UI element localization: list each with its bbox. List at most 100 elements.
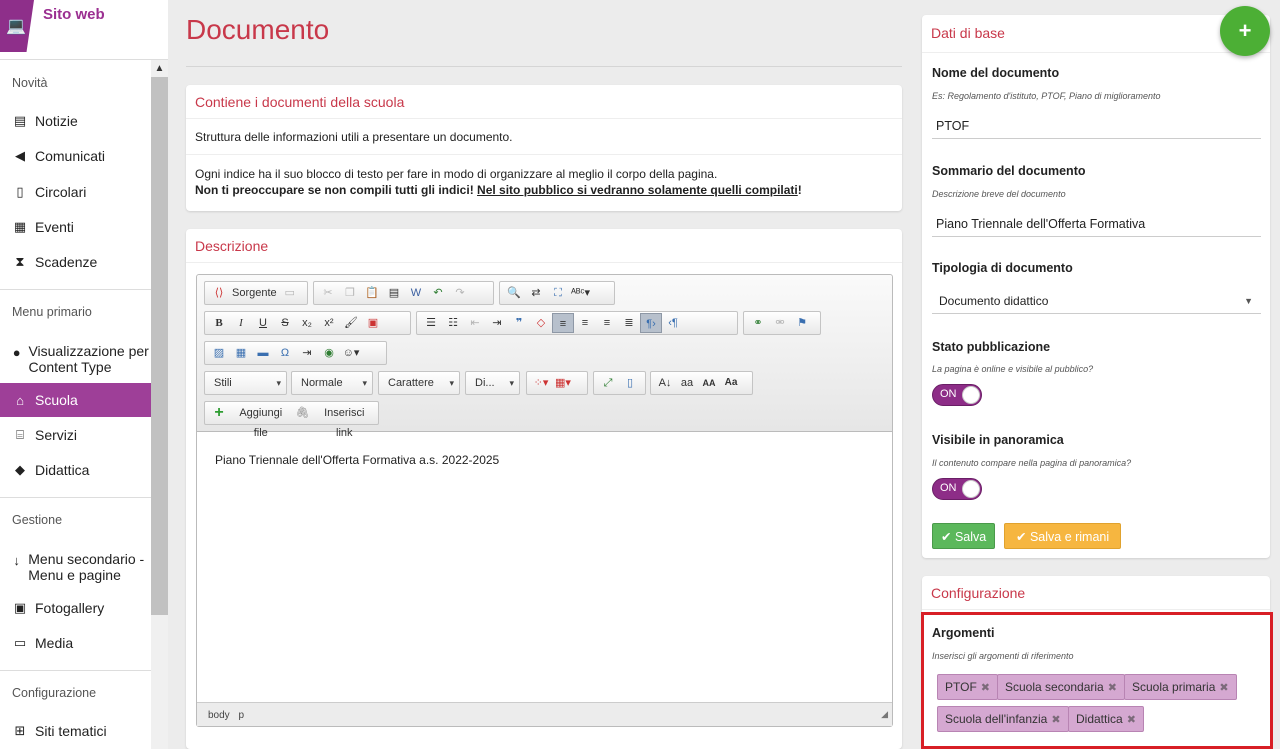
sidebar-item-servizi[interactable]: ⌸ Servizi [0,418,151,452]
superscript-icon[interactable]: x² [318,313,340,333]
sidebar-item-media[interactable]: ▭ Media [0,626,151,660]
lowercase-icon[interactable]: aa [676,373,698,393]
image-icon[interactable]: ▨ [208,343,230,363]
paste-icon[interactable]: 📋 [361,283,383,303]
spellcheck-icon[interactable]: ᴬᴮᶜ▾ [569,283,592,303]
editor-toolbar: ⟨⟩ Sorgente ▭ ✂ ❐ 📋 ▤ W ↶ ↷ 🔍 ⇄ ⛶ ᴬᴮᶜ▾ B [197,275,892,439]
save-button[interactable]: ✔ Salva [932,523,996,549]
brand-name: Sito web [43,6,105,23]
horizontal-rule-icon[interactable]: ▬ [252,343,274,363]
paste-word-icon[interactable]: W [405,283,427,303]
blockquote-icon[interactable]: ❞ [508,313,530,333]
editor-content[interactable]: Piano Triennale dell'Offerta Formativa a… [215,453,499,467]
sidebar-item-comunicati[interactable]: ◀ Comunicati [0,139,151,173]
show-blocks-icon[interactable]: ▯ [619,373,641,393]
sidebar-item-circolari[interactable]: ▯ Circolari [0,175,151,209]
special-char-icon[interactable]: Ω [274,343,296,363]
align-left-icon[interactable]: ≡ [552,313,574,333]
maximize-icon[interactable]: ⤢ [597,373,619,393]
underline-icon[interactable]: U [252,313,274,333]
link-icon[interactable]: ⚭ [747,313,769,333]
visible-label: Visibile in panoramica [932,433,1064,447]
sidebar-item-notizie[interactable]: ▤ Notizie [0,104,151,138]
sidebar-item-scuola[interactable]: ⌂ Scuola [0,383,151,417]
path-p[interactable]: p [238,710,244,721]
sidebar-item-menu-secondario[interactable]: ↓ Menu secondario - Menu e pagine [0,547,151,587]
cut-icon[interactable]: ✂ [317,283,339,303]
templates-icon[interactable]: ▭ [279,283,301,303]
paste-text-icon[interactable]: ▤ [383,283,405,303]
highlight-box [921,612,1273,749]
font-select[interactable]: Carattere [378,371,460,395]
scroll-up-icon[interactable]: ▲ [151,60,168,77]
section-configurazione: Configurazione [12,686,97,700]
section-gestione: Gestione [12,513,63,527]
indent-icon[interactable]: ⇥ [486,313,508,333]
italic-icon[interactable]: I [230,313,252,333]
align-center-icon[interactable]: ≡ [574,313,596,333]
capitalize-icon[interactable]: Aa [720,373,742,393]
find-icon[interactable]: 🔍 [503,283,525,303]
undo-icon[interactable]: ↶ [427,283,449,303]
home-icon: ⌂ [16,392,24,408]
table-icon[interactable]: ▦ [230,343,252,363]
redo-icon[interactable]: ↷ [449,283,471,303]
sidebar-item-eventi[interactable]: ▦ Eventi [0,210,151,244]
add-file-button[interactable]: Aggiungi file [230,403,292,439]
text-color-icon[interactable]: ⁘▾ [530,373,552,393]
uppercase-icon[interactable]: AA [698,373,720,393]
intro-line1: Struttura delle informazioni utili a pre… [186,119,902,155]
copy-format-icon[interactable]: 🖌 [340,313,362,333]
ltr-icon[interactable]: ¶› [640,313,662,333]
copy-icon[interactable]: ❐ [339,283,361,303]
path-body[interactable]: body [208,710,230,721]
add-button[interactable]: + [1220,6,1270,56]
sidebar-item-fotogallery[interactable]: ▣ Fotogallery [0,591,151,625]
type-select[interactable]: Documento didattico ▼ [932,288,1261,314]
size-select[interactable]: Di... [465,371,520,395]
visible-toggle[interactable]: ON [932,478,982,500]
subscript-icon[interactable]: x₂ [296,313,318,333]
table-color-icon[interactable]: ▦▾ [552,373,574,393]
graduation-cap-icon: ◆ [15,462,25,477]
strike-icon[interactable]: S [274,313,296,333]
styles-select[interactable]: Stili [204,371,287,395]
sidebar-item-scadenze[interactable]: ⧗ Scadenze [0,245,151,279]
anchor-icon[interactable]: ⚑ [791,313,813,333]
bold-icon[interactable]: B [208,313,230,333]
rtl-icon[interactable]: ‹¶ [662,313,684,333]
align-justify-icon[interactable]: ≣ [618,313,640,333]
div-icon[interactable]: ◇ [530,313,552,333]
select-all-icon[interactable]: ⛶ [547,283,569,303]
resize-icon[interactable]: ◢ [881,709,888,720]
intro-heading: Contiene i documenti della scuola [186,85,902,119]
brand[interactable]: 💻 Sito web [0,0,168,60]
emoji-icon[interactable]: ☺▾ [340,343,362,363]
insert-link-button[interactable]: Inserisci link [314,403,375,439]
bullet-list-icon[interactable]: ☷ [442,313,464,333]
source-button[interactable]: Sorgente [230,283,279,303]
save-stay-button[interactable]: ✔ Salva e rimani [1004,523,1122,549]
summary-label: Sommario del documento [932,164,1086,178]
unlink-icon[interactable]: ⚮ [769,313,791,333]
change-case-icon[interactable]: A↓ [654,373,676,393]
iframe-icon[interactable]: ◉ [318,343,340,363]
summary-field[interactable]: Piano Triennale dell'Offerta Formativa [932,211,1261,237]
intro-note: Non ti preoccupare se non compili tutti … [195,183,802,197]
sidebar-item-visualizzazione[interactable]: ● Visualizzazione per Content Type [0,339,151,379]
page-break-icon[interactable]: ⇥ [296,343,318,363]
visible-hint: Il contenuto compare nella pagina di pan… [932,458,1132,468]
align-right-icon[interactable]: ≡ [596,313,618,333]
sidebar-item-didattica[interactable]: ◆ Didattica [0,453,151,487]
sidebar-item-siti-tematici[interactable]: ⊞ Siti tematici [0,714,151,748]
media-icon: ▭ [13,635,27,650]
remove-format-icon[interactable]: ▣ [362,313,384,333]
replace-icon[interactable]: ⇄ [525,283,547,303]
numbered-list-icon[interactable]: ☰ [420,313,442,333]
outdent-icon[interactable]: ⇤ [464,313,486,333]
type-label: Tipologia di documento [932,261,1073,275]
format-select[interactable]: Normale [291,371,373,395]
status-toggle[interactable]: ON [932,384,982,406]
name-field[interactable]: PTOF [932,113,1261,139]
sidebar-scroll-thumb[interactable] [151,77,168,615]
